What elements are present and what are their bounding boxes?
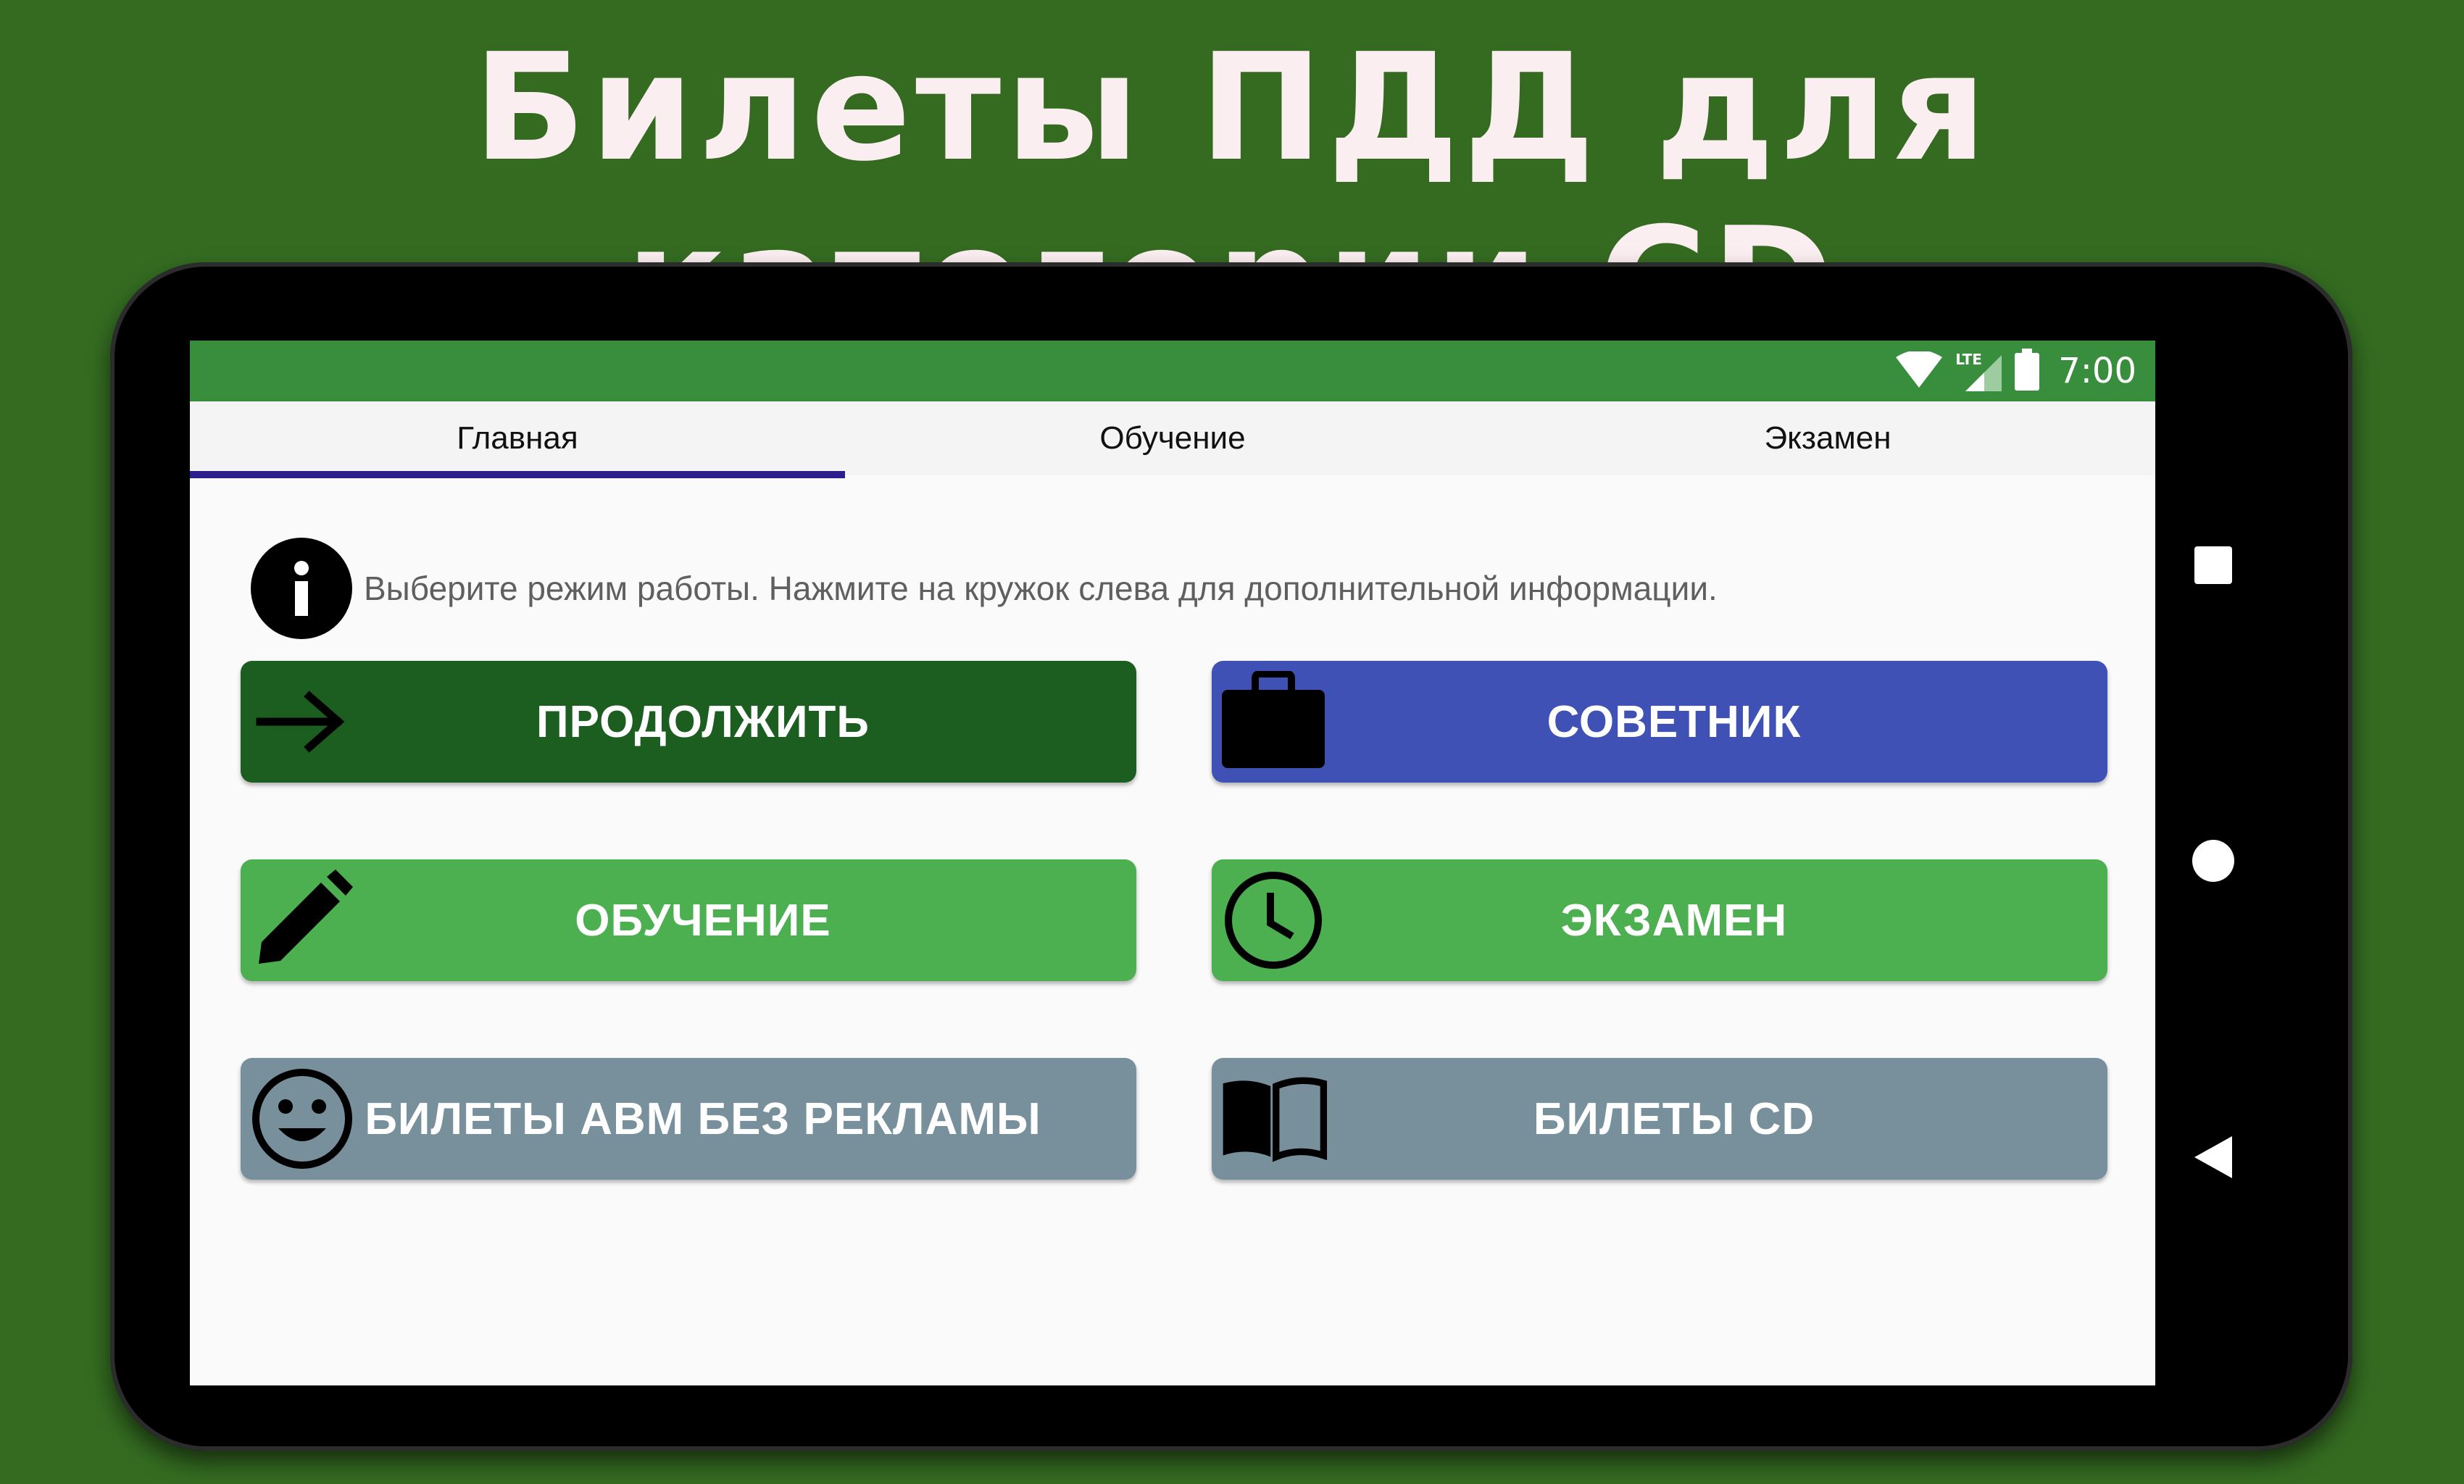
info-text: Выберите режим работы. Нажмите на кружок…: [364, 570, 1718, 607]
exam-label: ЭКЗАМЕН: [1560, 895, 1788, 946]
arrow-right-icon: [248, 661, 357, 783]
abm-tickets-label: БИЛЕТЫ ABM БЕЗ РЕКЛАМЫ: [365, 1093, 1041, 1144]
status-bar: LTE 7:00: [190, 341, 2155, 401]
tab-bar: Главная Обучение Экзамен: [190, 401, 2155, 478]
advisor-label: СОВЕТНИК: [1547, 696, 1802, 747]
smiley-icon: [248, 1058, 357, 1180]
training-label: ОБУЧЕНИЕ: [575, 895, 831, 946]
tab-selected-indicator: [190, 471, 845, 478]
tab-training[interactable]: Обучение: [845, 401, 1500, 475]
tablet-frame: LTE 7:00 Главная Обучение Экзамен Выбери…: [110, 262, 2352, 1451]
tab-main[interactable]: Главная: [190, 401, 845, 475]
clock-icon: [1219, 859, 1328, 981]
battery-icon: [2015, 348, 2040, 394]
cd-tickets-label: БИЛЕТЫ CD: [1533, 1093, 1815, 1144]
tab-exam[interactable]: Экзамен: [1500, 401, 2155, 475]
info-icon[interactable]: [251, 538, 352, 639]
continue-button[interactable]: ПРОДОЛЖИТЬ: [241, 661, 1136, 783]
book-icon: [1219, 1058, 1328, 1180]
app-screen: LTE 7:00 Главная Обучение Экзамен Выбери…: [190, 341, 2155, 1385]
home-icon[interactable]: [2105, 839, 2322, 883]
back-icon[interactable]: [2105, 1136, 2322, 1178]
training-button[interactable]: ОБУЧЕНИЕ: [241, 859, 1136, 981]
wifi-icon: [1896, 349, 1943, 391]
recents-icon[interactable]: [2105, 546, 2322, 584]
navigation-bar: [2105, 262, 2322, 1451]
info-row: Выберите режим работы. Нажмите на кружок…: [251, 538, 1718, 639]
exam-button[interactable]: ЭКЗАМЕН: [1212, 859, 2107, 981]
signal-icon: LTE: [1955, 351, 2002, 391]
abm-tickets-button[interactable]: БИЛЕТЫ ABM БЕЗ РЕКЛАМЫ: [241, 1058, 1136, 1180]
pencil-icon: [248, 859, 357, 981]
status-icons: LTE 7:00: [1896, 341, 2136, 401]
advisor-button[interactable]: СОВЕТНИК: [1212, 661, 2107, 783]
briefcase-icon: [1219, 661, 1328, 783]
continue-label: ПРОДОЛЖИТЬ: [536, 696, 870, 747]
cd-tickets-button[interactable]: БИЛЕТЫ CD: [1212, 1058, 2107, 1180]
